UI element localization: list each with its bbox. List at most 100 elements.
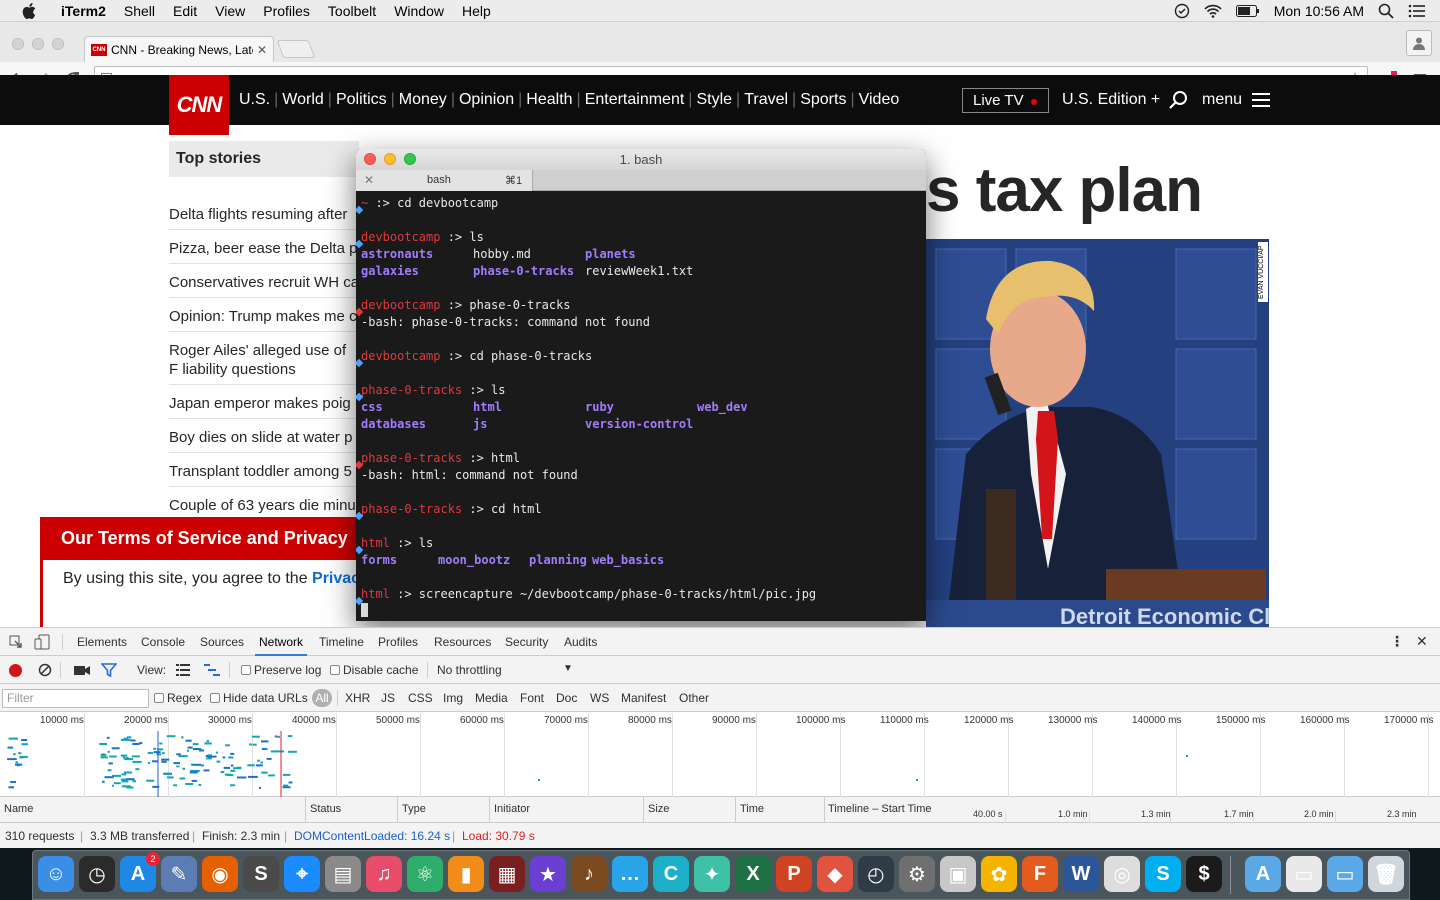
ibooks-icon[interactable]: ▮	[448, 856, 484, 892]
col-time[interactable]: Time	[740, 803, 764, 815]
nav-politics[interactable]: Politics	[333, 91, 390, 109]
minimize-button[interactable]	[384, 153, 396, 165]
zoom-button[interactable]	[404, 153, 416, 165]
story-link[interactable]: Transplant toddler among 5	[169, 462, 359, 481]
type-all[interactable]: All	[312, 689, 332, 707]
tab-resources[interactable]: Resources	[434, 635, 491, 649]
close-devtools-icon[interactable]: ✕	[1416, 633, 1428, 650]
nav-us[interactable]: U.S.	[236, 91, 273, 109]
type-ws[interactable]: WS	[590, 691, 609, 705]
trash-icon[interactable]: 🗑	[1368, 856, 1404, 892]
system-preferences-icon[interactable]: ⚙	[899, 856, 935, 892]
word-icon[interactable]: W	[1063, 856, 1099, 892]
checkmark-circle-icon[interactable]	[1174, 3, 1190, 19]
nav-video[interactable]: Video	[856, 91, 903, 109]
git-icon[interactable]: ◆	[817, 856, 853, 892]
filter-input[interactable]: Filter	[2, 689, 149, 708]
network-overview[interactable]: 10000 ms 20000 ms 30000 ms 40000 ms 50000 ms…	[0, 713, 1440, 797]
excel-icon[interactable]: X	[735, 856, 771, 892]
nav-world[interactable]: World	[279, 91, 327, 109]
story-link[interactable]: Couple of 63 years die minu	[169, 496, 359, 515]
hero-photo[interactable]	[926, 239, 1269, 626]
finder-icon[interactable]: ☺	[38, 856, 74, 892]
codeship-icon[interactable]: C	[653, 856, 689, 892]
large-rows-icon[interactable]	[176, 664, 190, 676]
minimize-window-button[interactable]	[32, 38, 44, 50]
safari-icon[interactable]: ⌖	[284, 856, 320, 892]
atom-icon[interactable]: ⚛	[407, 856, 443, 892]
photos-icon[interactable]: ✿	[981, 856, 1017, 892]
tab-timeline[interactable]: Timeline	[319, 635, 364, 649]
time-machine-icon[interactable]: ◴	[858, 856, 894, 892]
terminal-icon[interactable]: $	[1186, 856, 1222, 892]
chevron-down-icon[interactable]: ▼	[563, 663, 573, 674]
browser-tab-cnn[interactable]: CNN CNN - Breaking News, Late ✕	[84, 36, 274, 62]
tab-security[interactable]: Security	[505, 635, 548, 649]
spotlight-search-icon[interactable]	[1378, 3, 1394, 19]
tab-sources[interactable]: Sources	[200, 635, 244, 649]
notification-center-icon[interactable]	[1408, 4, 1426, 18]
type-font[interactable]: Font	[520, 691, 544, 705]
menu-view[interactable]: View	[206, 3, 254, 19]
type-manifest[interactable]: Manifest	[621, 691, 666, 705]
type-css[interactable]: CSS	[408, 691, 433, 705]
downloads-icon[interactable]: ▭	[1327, 856, 1363, 892]
more-options-icon[interactable]: ⋮	[1390, 633, 1404, 650]
type-img[interactable]: Img	[443, 691, 463, 705]
col-name[interactable]: Name	[4, 803, 33, 815]
nav-health[interactable]: Health	[523, 91, 575, 109]
image-capture-icon[interactable]: ▤	[325, 856, 361, 892]
nav-opinion[interactable]: Opinion	[456, 91, 517, 109]
cnn-logo[interactable]: CNN	[169, 75, 229, 135]
close-tab-icon[interactable]: ✕	[364, 173, 374, 187]
menu-edit[interactable]: Edit	[164, 3, 206, 19]
iterm-tab-bash[interactable]: ✕ bash ⌘1	[356, 170, 533, 191]
tab-close-icon[interactable]: ✕	[257, 43, 267, 57]
cnn-menu-button[interactable]: menu	[1202, 75, 1271, 125]
headline[interactable]: s tax plan	[926, 155, 1203, 226]
story-link[interactable]: Roger Ailes' alleged use of F liability …	[169, 341, 359, 379]
menu-help[interactable]: Help	[453, 3, 500, 19]
col-type[interactable]: Type	[402, 803, 426, 815]
col-timeline[interactable]: Timeline – Start Time	[828, 803, 932, 815]
preview-icon[interactable]: ✎	[161, 856, 197, 892]
throttling-select[interactable]: No throttling	[437, 663, 502, 677]
imovie-icon[interactable]: ★	[530, 856, 566, 892]
col-initiator[interactable]: Initiator	[494, 803, 530, 815]
privacy-link[interactable]: Privac	[312, 570, 360, 587]
preview-2-icon[interactable]: ▣	[940, 856, 976, 892]
preserve-log-checkbox[interactable]: Preserve log	[241, 663, 321, 677]
nav-travel[interactable]: Travel	[741, 91, 791, 109]
story-link[interactable]: Japan emperor makes poig	[169, 394, 359, 413]
iterm-titlebar[interactable]: 1. bash	[356, 149, 926, 170]
new-tab-button[interactable]	[276, 40, 316, 58]
hide-data-urls-checkbox[interactable]: Hide data URLs	[210, 691, 308, 705]
clock[interactable]: Mon 10:56 AM	[1274, 3, 1364, 19]
skype-icon[interactable]: S	[1145, 856, 1181, 892]
story-link[interactable]: Opinion: Trump makes me c	[169, 307, 359, 326]
launchpad-icon[interactable]: ◷	[79, 856, 115, 892]
nav-style[interactable]: Style	[693, 91, 735, 109]
sublime-text-icon[interactable]: S	[243, 856, 279, 892]
story-link[interactable]: Boy dies on slide at water p	[169, 428, 359, 447]
record-icon[interactable]	[9, 664, 22, 677]
story-link[interactable]: Conservatives recruit WH ca	[169, 273, 359, 292]
nav-entertainment[interactable]: Entertainment	[582, 91, 688, 109]
filter-icon[interactable]	[101, 663, 117, 677]
story-link[interactable]: Delta flights resuming after	[169, 205, 359, 224]
waterfall-icon[interactable]	[204, 664, 220, 676]
photo-booth-icon[interactable]: ▦	[489, 856, 525, 892]
nav-money[interactable]: Money	[396, 91, 450, 109]
slack-icon[interactable]: ✦	[694, 856, 730, 892]
menu-toolbelt[interactable]: Toolbelt	[319, 3, 385, 19]
inspect-element-icon[interactable]	[9, 635, 23, 649]
menu-shell[interactable]: Shell	[115, 3, 164, 19]
col-size[interactable]: Size	[648, 803, 669, 815]
app-store-icon[interactable]: A2	[120, 852, 160, 892]
regex-checkbox[interactable]: Regex	[154, 691, 202, 705]
disable-cache-checkbox[interactable]: Disable cache	[330, 663, 418, 677]
terminal-output[interactable]: ~ :> cd devbootcamp devbootcamp :> ls ast…	[356, 191, 926, 621]
applications-folder-icon[interactable]: A	[1245, 856, 1281, 892]
menu-window[interactable]: Window	[385, 3, 453, 19]
type-js[interactable]: JS	[381, 691, 395, 705]
